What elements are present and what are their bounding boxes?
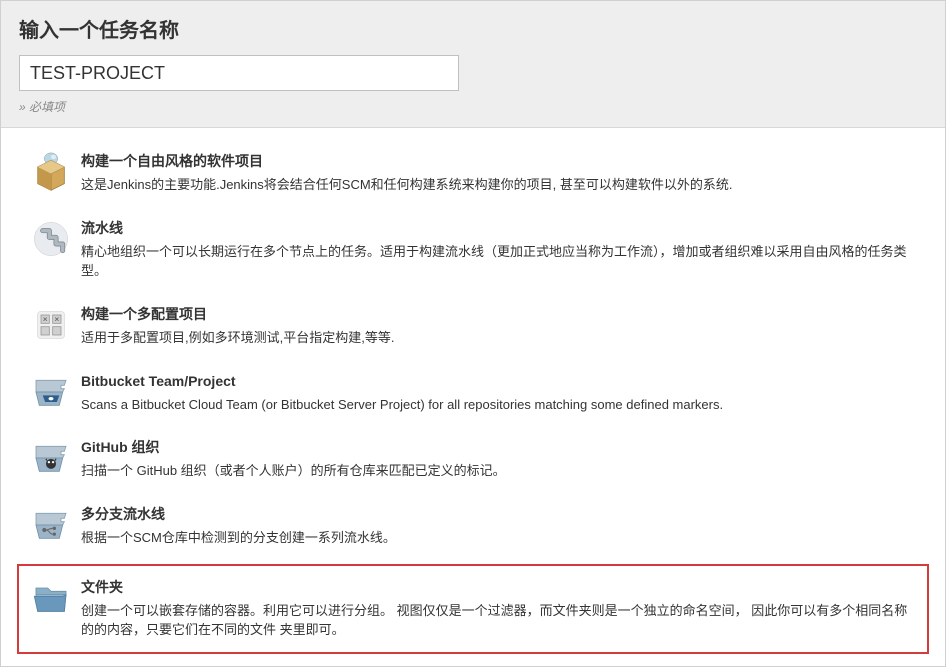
item-multibranch-pipeline[interactable]: 多分支流水线 根据一个SCM仓库中检测到的分支创建一系列流水线。: [1, 493, 945, 560]
item-desc: 创建一个可以嵌套存储的容器。利用它可以进行分组。 视图仅仅是一个过滤器，而文件夹…: [81, 601, 919, 640]
item-title: 构建一个自由风格的软件项目: [81, 152, 927, 170]
item-desc: 精心地组织一个可以长期运行在多个节点上的任务。适用于构建流水线（更加正式地应当称…: [81, 242, 927, 281]
item-github-org[interactable]: GitHub 组织 扫描一个 GitHub 组织（或者个人账户）的所有仓库来匹配…: [1, 426, 945, 493]
item-desc: Scans a Bitbucket Cloud Team (or Bitbuck…: [81, 395, 927, 415]
item-title: Bitbucket Team/Project: [81, 372, 927, 390]
item-title: 文件夹: [81, 578, 919, 596]
item-desc: 这是Jenkins的主要功能.Jenkins将会结合任何SCM和任何构建系统来构…: [81, 175, 927, 195]
item-title: 流水线: [81, 219, 927, 237]
freestyle-project-icon: [31, 152, 71, 192]
item-multi-config[interactable]: 构建一个多配置项目 适用于多配置项目,例如多环境测试,平台指定构建,等等.: [1, 293, 945, 360]
multi-config-icon: [31, 305, 71, 345]
item-bitbucket[interactable]: Bitbucket Team/Project Scans a Bitbucket…: [1, 360, 945, 427]
header-section: 输入一个任务名称 » 必填项: [1, 1, 945, 128]
item-freestyle-project[interactable]: 构建一个自由风格的软件项目 这是Jenkins的主要功能.Jenkins将会结合…: [1, 140, 945, 207]
required-note: » 必填项: [19, 98, 927, 115]
bitbucket-icon: [31, 372, 71, 412]
github-icon: [31, 438, 71, 478]
multibranch-pipeline-icon: [31, 505, 71, 545]
item-name-input[interactable]: [19, 55, 459, 91]
item-title: GitHub 组织: [81, 438, 927, 456]
selected-indicator: 文件夹 创建一个可以嵌套存储的容器。利用它可以进行分组。 视图仅仅是一个过滤器，…: [17, 564, 929, 654]
item-title: 构建一个多配置项目: [81, 305, 927, 323]
page-title: 输入一个任务名称: [19, 14, 927, 43]
item-desc: 扫描一个 GitHub 组织（或者个人账户）的所有仓库来匹配已定义的标记。: [81, 461, 927, 481]
item-desc: 根据一个SCM仓库中检测到的分支创建一系列流水线。: [81, 528, 927, 548]
item-pipeline[interactable]: 流水线 精心地组织一个可以长期运行在多个节点上的任务。适用于构建流水线（更加正式…: [1, 207, 945, 293]
item-folder[interactable]: 文件夹 创建一个可以嵌套存储的容器。利用它可以进行分组。 视图仅仅是一个过滤器，…: [19, 566, 927, 652]
pipeline-icon: [31, 219, 71, 259]
item-desc: 适用于多配置项目,例如多环境测试,平台指定构建,等等.: [81, 328, 927, 348]
folder-icon: [31, 578, 71, 618]
item-type-list: 构建一个自由风格的软件项目 这是Jenkins的主要功能.Jenkins将会结合…: [1, 128, 945, 666]
item-title: 多分支流水线: [81, 505, 927, 523]
